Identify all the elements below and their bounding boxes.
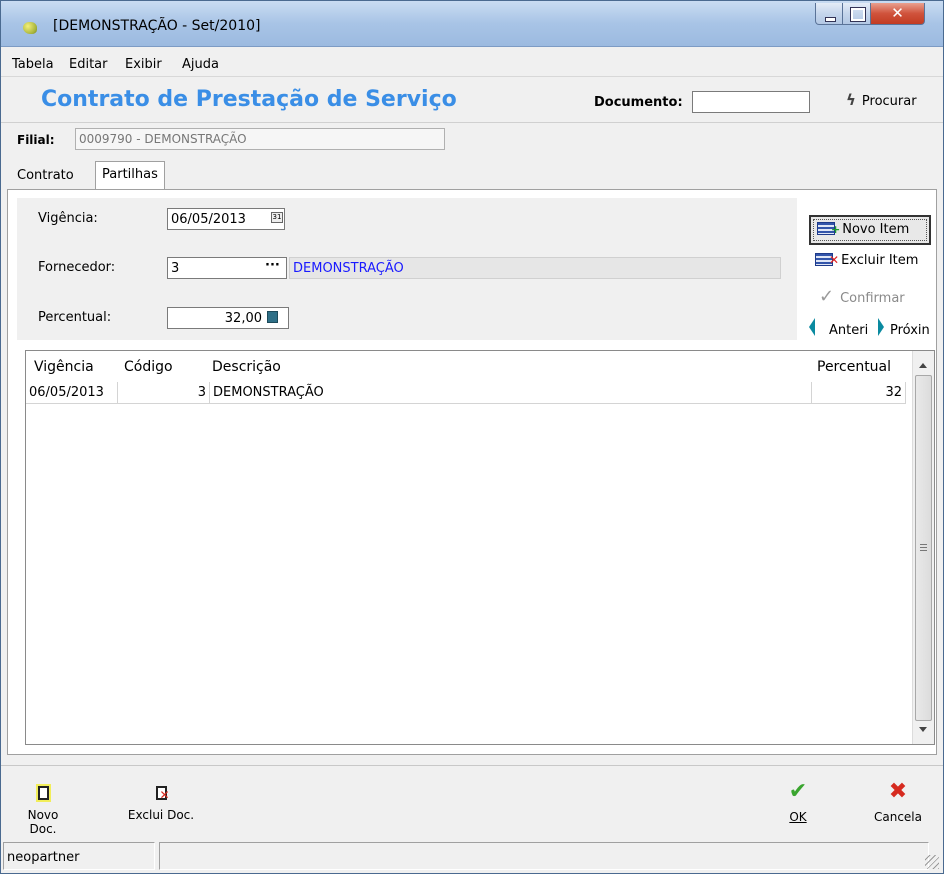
- document-label: Documento:: [594, 95, 683, 110]
- cell-percentual[interactable]: 32: [812, 382, 906, 404]
- delete-document-icon: ✕: [155, 786, 170, 802]
- grid-scrollbar[interactable]: [912, 351, 934, 744]
- arrow-left-icon: [809, 318, 815, 336]
- app-icon: [23, 22, 37, 34]
- search-label: Procurar: [861, 94, 917, 109]
- cell-codigo[interactable]: 3: [118, 382, 210, 404]
- menu-tabela[interactable]: Tabela: [12, 57, 54, 72]
- lookup-ellipsis-icon[interactable]: ···: [265, 258, 280, 273]
- scroll-down-icon[interactable]: [919, 727, 927, 732]
- calendar-icon[interactable]: 31: [271, 212, 283, 223]
- fornecedor-label: Fornecedor:: [38, 260, 116, 275]
- ok-check-icon: ✔: [788, 779, 808, 804]
- confirmar-label: Confirmar: [840, 291, 905, 306]
- ok-label: OK: [789, 810, 807, 824]
- tab-partilhas[interactable]: Partilhas: [95, 161, 165, 189]
- excluir-item-button[interactable]: ✕ Excluir Item: [815, 253, 918, 268]
- cancel-x-icon: ✖: [888, 779, 908, 804]
- filial-select[interactable]: 0009790 - DEMONSTRAÇÃO: [75, 128, 445, 150]
- calculator-icon[interactable]: [267, 311, 278, 323]
- status-user: neopartner: [3, 842, 155, 870]
- new-document-icon: [37, 786, 49, 800]
- tab-contrato[interactable]: Contrato: [11, 164, 80, 187]
- status-bar: neopartner: [1, 839, 943, 873]
- ok-button[interactable]: ✔ OK: [783, 779, 813, 825]
- novo-item-button[interactable]: + Novo Item: [809, 215, 931, 245]
- novo-doc-button[interactable]: Novo Doc.: [13, 786, 73, 836]
- bottom-toolbar: Novo Doc. ✕ Exclui Doc. ✔ OK ✖ Cancela: [1, 765, 943, 839]
- page-title: Contrato de Prestação de Serviço: [41, 87, 457, 112]
- arrow-right-icon: [878, 318, 884, 336]
- menu-editar[interactable]: Editar: [69, 57, 108, 72]
- anterior-button[interactable]: Anteri: [809, 318, 868, 338]
- percentual-label: Percentual:: [38, 310, 112, 325]
- menu-bar: Tabela Editar Exibir Ajuda: [1, 47, 943, 77]
- proximo-button[interactable]: Próxin: [878, 318, 930, 338]
- column-header-percentual[interactable]: Percentual: [817, 359, 891, 375]
- grip-icon: [920, 544, 927, 551]
- lightning-icon: ϟ: [846, 91, 856, 109]
- delete-x-icon: ✕: [829, 253, 840, 267]
- anterior-label: Anteri: [829, 323, 869, 338]
- column-header-vigencia[interactable]: Vigência: [34, 359, 94, 375]
- window-title: [DEMONSTRAÇÃO - Set/2010]: [53, 18, 261, 34]
- red-x-icon: ✕: [159, 788, 170, 802]
- title-bar: [DEMONSTRAÇÃO - Set/2010] ✕: [1, 1, 943, 47]
- proximo-label: Próxin: [890, 323, 930, 338]
- app-window: [DEMONSTRAÇÃO - Set/2010] ✕ Tabela Edita…: [0, 0, 944, 874]
- fornecedor-name: DEMONSTRAÇÃO: [289, 257, 781, 279]
- column-header-descricao[interactable]: Descrição: [212, 359, 281, 375]
- menu-ajuda[interactable]: Ajuda: [182, 57, 219, 72]
- tab-strip: Contrato Partilhas: [1, 161, 943, 189]
- cell-descricao[interactable]: DEMONSTRAÇÃO: [210, 382, 812, 404]
- cancela-button[interactable]: ✖ Cancela: [863, 779, 933, 825]
- exclui-doc-button[interactable]: ✕ Exclui Doc.: [121, 786, 201, 822]
- cell-vigencia[interactable]: 06/05/2013: [26, 382, 118, 404]
- vigencia-date-input[interactable]: 06/05/2013: [167, 208, 285, 230]
- grid-header: Vigência Código Descrição Percentual: [26, 351, 911, 382]
- maximize-button[interactable]: [843, 3, 871, 25]
- checkmark-icon: ✓: [819, 286, 835, 307]
- scroll-thumb[interactable]: [915, 375, 932, 721]
- focus-ring: [813, 219, 927, 241]
- exclui-doc-label: Exclui Doc.: [127, 808, 195, 822]
- partilhas-grid[interactable]: Vigência Código Descrição Percentual 06/…: [25, 350, 935, 745]
- scroll-up-icon[interactable]: [919, 363, 927, 368]
- close-icon: ✕: [891, 4, 904, 22]
- resize-grip-icon[interactable]: [925, 855, 939, 869]
- header: Contrato de Prestação de Serviço Documen…: [1, 77, 943, 123]
- document-input[interactable]: [692, 91, 810, 113]
- close-button[interactable]: ✕: [871, 3, 925, 25]
- table-row[interactable]: 06/05/2013 3 DEMONSTRAÇÃO 32: [26, 382, 911, 405]
- column-header-codigo[interactable]: Código: [124, 359, 173, 375]
- filial-label: Filial:: [17, 133, 55, 147]
- menu-exibir[interactable]: Exibir: [125, 57, 162, 72]
- filial-row: Filial: 0009790 - DEMONSTRAÇÃO: [1, 123, 943, 157]
- excluir-item-label: Excluir Item: [841, 253, 919, 268]
- minimize-button[interactable]: [815, 3, 843, 25]
- confirmar-button[interactable]: ✓ Confirmar: [819, 286, 905, 307]
- search-button[interactable]: ϟ Procurar: [846, 91, 917, 113]
- vigencia-label: Vigência:: [38, 211, 98, 226]
- novo-doc-label: Novo Doc.: [27, 808, 59, 836]
- cancela-label: Cancela: [873, 810, 922, 824]
- status-panel: [159, 842, 929, 870]
